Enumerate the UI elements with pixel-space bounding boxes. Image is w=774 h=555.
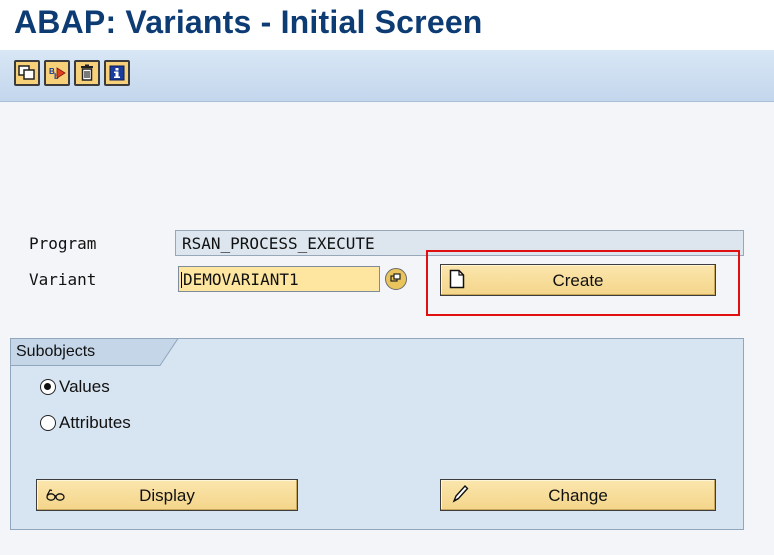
application-toolbar: B b xyxy=(0,50,774,102)
values-radio[interactable] xyxy=(40,379,56,395)
window-title: ABAP: Variants - Initial Screen xyxy=(14,4,483,40)
attributes-radio-label: Attributes xyxy=(59,413,131,432)
values-radio-label: Values xyxy=(59,377,110,396)
attributes-radio-option[interactable]: Attributes xyxy=(40,413,131,433)
change-button-label: Change xyxy=(548,486,608,505)
value-help-icon xyxy=(390,270,402,288)
delete-icon xyxy=(79,64,95,82)
display-button-label: Display xyxy=(139,486,195,505)
highlight-box xyxy=(426,250,740,316)
variant-label: Variant xyxy=(29,270,97,289)
variant-input[interactable]: DEMOVARIANT1 xyxy=(178,266,380,292)
rename-icon: B b xyxy=(48,65,66,81)
title-bar: ABAP: Variants - Initial Screen xyxy=(0,0,774,50)
change-button[interactable]: Change xyxy=(440,479,716,511)
program-label: Program xyxy=(29,234,97,253)
info-icon xyxy=(109,65,125,81)
variant-input-value: DEMOVARIANT1 xyxy=(183,270,299,289)
rename-button[interactable]: B b xyxy=(44,60,70,86)
copy-icon xyxy=(18,65,36,81)
display-button[interactable]: Display xyxy=(36,479,298,511)
values-radio-option[interactable]: Values xyxy=(40,377,110,397)
subobjects-title: Subobjects xyxy=(16,343,96,360)
value-help-button[interactable] xyxy=(385,268,407,290)
copy-as-button[interactable] xyxy=(14,60,40,86)
attributes-radio[interactable] xyxy=(40,415,56,431)
information-button[interactable] xyxy=(104,60,130,86)
delete-button[interactable] xyxy=(74,60,100,86)
text-cursor xyxy=(181,272,182,288)
